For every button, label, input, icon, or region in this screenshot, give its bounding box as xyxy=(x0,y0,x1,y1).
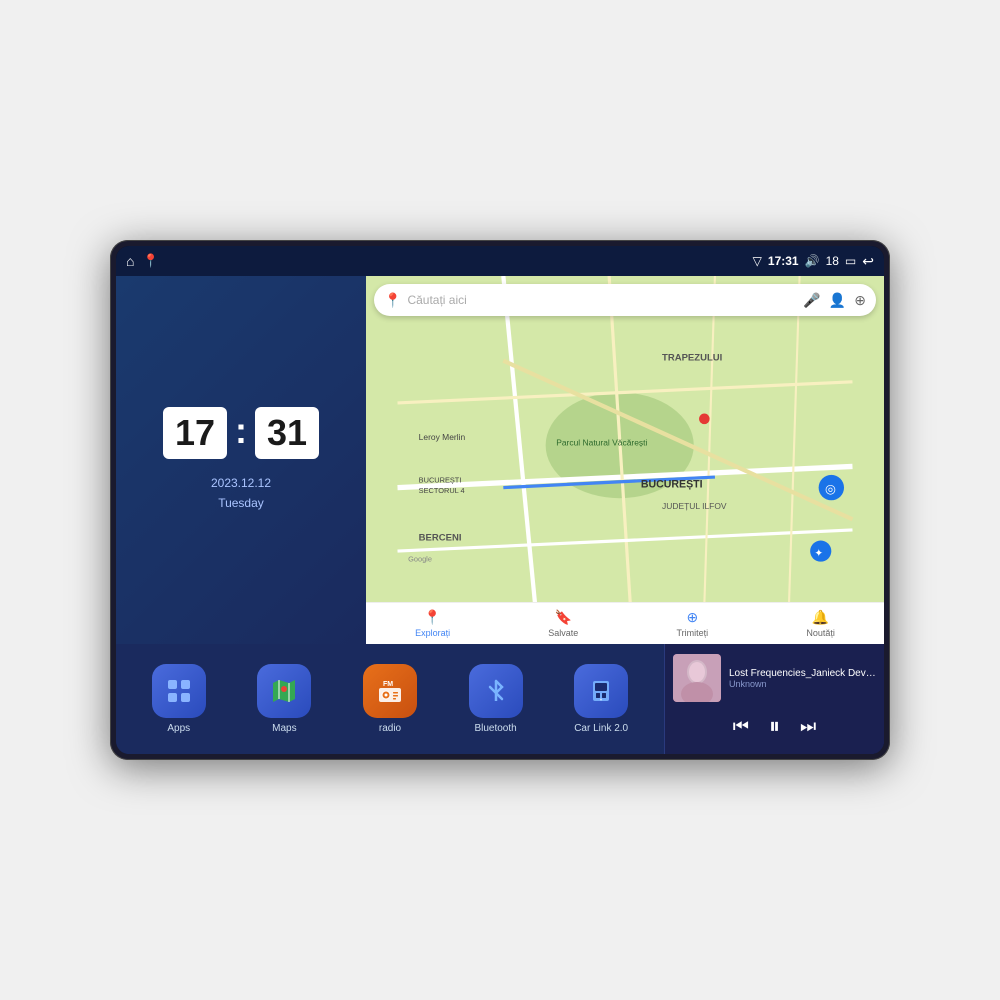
app-carlink[interactable]: Car Link 2.0 xyxy=(574,664,628,734)
maps-pin-icon: 📍 xyxy=(384,292,401,309)
apps-icon-bg xyxy=(152,664,206,718)
layers-icon[interactable]: ⊕ xyxy=(854,292,866,309)
svg-text:FM: FM xyxy=(383,681,393,688)
music-controls: ⏮ ⏸ ⏭ xyxy=(665,707,884,745)
battery-icon: ▭ xyxy=(845,254,856,268)
music-title: Lost Frequencies_Janieck Devy-... xyxy=(729,668,876,679)
top-row: 17 : 31 2023.12.12 Tuesday xyxy=(116,276,884,644)
apps-row: Apps Maps xyxy=(116,644,664,754)
carlink-label: Car Link 2.0 xyxy=(574,723,628,734)
maps-status-icon[interactable]: 📍 xyxy=(142,253,158,269)
clock-widget: 17 : 31 2023.12.12 Tuesday xyxy=(116,276,366,644)
maps-icon-bg xyxy=(257,664,311,718)
bluetooth-icon-bg xyxy=(469,664,523,718)
prev-button[interactable]: ⏮ xyxy=(733,716,749,737)
status-time: 17:31 xyxy=(768,254,799,268)
home-icon[interactable]: ⌂ xyxy=(126,253,134,269)
explore-icon: 📍 xyxy=(424,609,441,626)
map-nav-send[interactable]: ⊕ Trimiteți xyxy=(677,609,709,638)
svg-text:BUCUREȘTI: BUCUREȘTI xyxy=(641,479,703,491)
map-search-bar[interactable]: 📍 Căutați aici 🎤 👤 ⊕ xyxy=(374,284,876,316)
map-search-actions: 🎤 👤 ⊕ xyxy=(803,292,866,309)
play-pause-button[interactable]: ⏸ xyxy=(769,713,780,739)
carlink-icon xyxy=(586,676,616,706)
maps-label: Maps xyxy=(272,723,296,734)
status-left: ⌂ 📍 xyxy=(126,253,159,269)
carlink-icon-bg xyxy=(574,664,628,718)
clock-minutes: 31 xyxy=(255,407,319,459)
svg-text:SECTORUL 4: SECTORUL 4 xyxy=(419,486,465,495)
svg-text:Parcul Natural Văcărești: Parcul Natural Văcărești xyxy=(556,437,647,447)
apps-icon xyxy=(164,676,194,706)
back-icon[interactable]: ↩ xyxy=(862,253,874,270)
radio-icon-bg: FM xyxy=(363,664,417,718)
bottom-row: Apps Maps xyxy=(116,644,884,754)
clock-hours: 17 xyxy=(163,407,227,459)
svg-text:JUDEȚUL ILFOV: JUDEȚUL ILFOV xyxy=(662,501,727,511)
music-thumbnail xyxy=(673,654,721,702)
status-bar: ⌂ 📍 ▽ 17:31 🔊 18 ▭ ↩ xyxy=(116,246,884,276)
map-background: TRAPEZULUI BUCUREȘTI JUDEȚUL ILFOV BERCE… xyxy=(366,276,884,604)
map-bottom-nav: 📍 Explorați 🔖 Salvate ⊕ Trimiteți 🔔 xyxy=(366,602,884,644)
main-content: 17 : 31 2023.12.12 Tuesday xyxy=(116,276,884,754)
music-text: Lost Frequencies_Janieck Devy-... Unknow… xyxy=(729,668,876,689)
maps-icon xyxy=(269,676,299,706)
saved-icon: 🔖 xyxy=(555,609,572,626)
send-icon: ⊕ xyxy=(686,609,698,626)
map-search-placeholder[interactable]: Căutați aici xyxy=(407,293,797,307)
app-apps[interactable]: Apps xyxy=(152,664,206,734)
volume-icon: 🔊 xyxy=(805,254,820,268)
app-radio[interactable]: FM radio xyxy=(363,664,417,734)
map-roads-svg: TRAPEZULUI BUCUREȘTI JUDEȚUL ILFOV BERCE… xyxy=(366,276,884,604)
clock-date: 2023.12.12 Tuesday xyxy=(211,474,271,512)
svg-text:◎: ◎ xyxy=(825,482,836,496)
clock-display: 17 : 31 xyxy=(163,407,319,459)
app-bluetooth[interactable]: Bluetooth xyxy=(469,664,523,734)
news-label: Noutăți xyxy=(806,628,835,638)
music-player: Lost Frequencies_Janieck Devy-... Unknow… xyxy=(664,644,884,754)
music-info: Lost Frequencies_Janieck Devy-... Unknow… xyxy=(665,644,884,707)
account-icon[interactable]: 👤 xyxy=(829,292,846,309)
app-maps[interactable]: Maps xyxy=(257,664,311,734)
send-label: Trimiteți xyxy=(677,628,709,638)
map-widget[interactable]: TRAPEZULUI BUCUREȘTI JUDEȚUL ILFOV BERCE… xyxy=(366,276,884,644)
battery-level: 18 xyxy=(826,254,839,268)
next-button[interactable]: ⏭ xyxy=(800,716,816,737)
map-nav-saved[interactable]: 🔖 Salvate xyxy=(548,609,578,638)
device: ⌂ 📍 ▽ 17:31 🔊 18 ▭ ↩ 17 : 31 xyxy=(110,240,890,760)
apps-label: Apps xyxy=(167,723,190,734)
mic-icon[interactable]: 🎤 xyxy=(803,292,820,309)
screen: ⌂ 📍 ▽ 17:31 🔊 18 ▭ ↩ 17 : 31 xyxy=(116,246,884,754)
news-icon: 🔔 xyxy=(812,609,829,626)
music-thumb-art xyxy=(673,654,721,702)
svg-text:Google: Google xyxy=(408,555,432,564)
radio-icon: FM xyxy=(375,676,405,706)
svg-text:BERCENI: BERCENI xyxy=(419,533,462,544)
clock-colon: : xyxy=(235,410,247,452)
bluetooth-icon xyxy=(481,676,511,706)
bluetooth-label: Bluetooth xyxy=(474,723,516,734)
radio-label: radio xyxy=(379,723,401,734)
svg-text:Leroy Merlin: Leroy Merlin xyxy=(419,432,466,442)
svg-text:BUCUREȘTI: BUCUREȘTI xyxy=(419,475,462,484)
status-right: ▽ 17:31 🔊 18 ▭ ↩ xyxy=(753,253,874,270)
svg-text:✦: ✦ xyxy=(814,547,823,559)
signal-icon: ▽ xyxy=(753,254,762,268)
svg-text:TRAPEZULUI: TRAPEZULUI xyxy=(662,353,722,364)
map-nav-news[interactable]: 🔔 Noutăți xyxy=(806,609,835,638)
music-artist: Unknown xyxy=(729,679,876,689)
map-nav-explore[interactable]: 📍 Explorați xyxy=(415,609,450,638)
explore-label: Explorați xyxy=(415,628,450,638)
saved-label: Salvate xyxy=(548,628,578,638)
